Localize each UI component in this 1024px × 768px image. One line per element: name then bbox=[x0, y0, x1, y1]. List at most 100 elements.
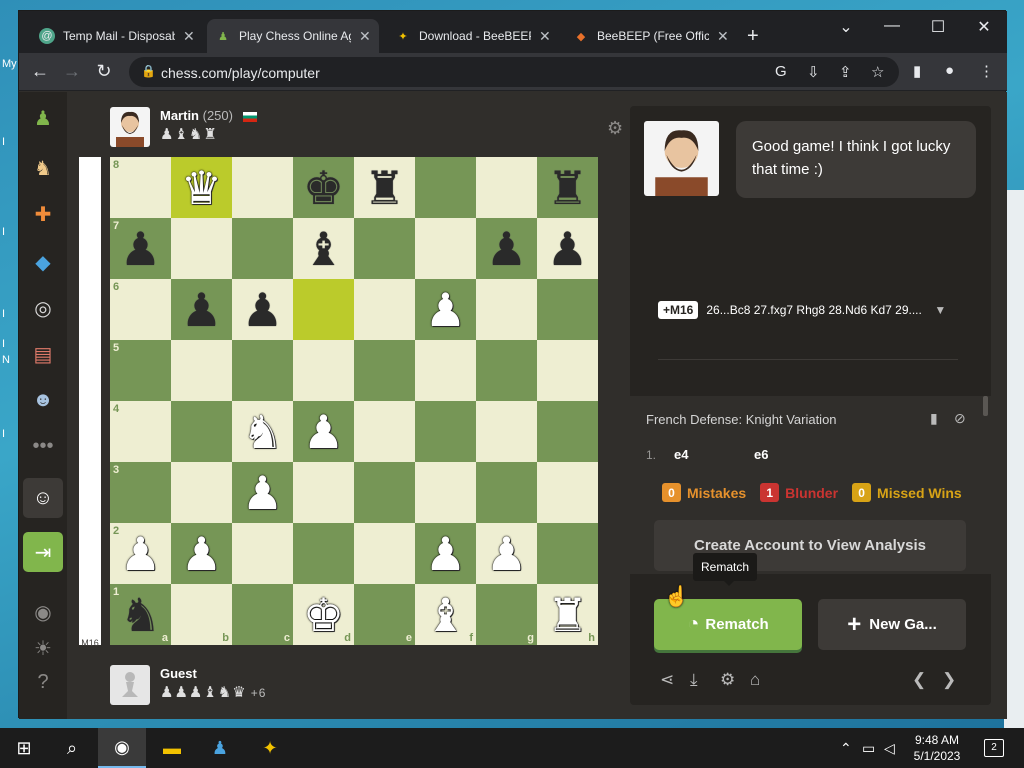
engine-line[interactable]: +M16 26...Bc8 27.fxg7 Rhg8 28.Nd6 Kd7 29… bbox=[658, 298, 964, 322]
square-b8[interactable]: ♛ bbox=[171, 157, 232, 218]
sign-up-button[interactable]: ☺ bbox=[23, 478, 63, 518]
tab-beebeep-download[interactable]: ✦ Download - BeeBEEP ✕ bbox=[387, 19, 559, 53]
bookmark-star-icon[interactable]: ☆ bbox=[871, 63, 884, 81]
new-tab-button[interactable]: + bbox=[747, 25, 759, 48]
square-f4[interactable] bbox=[415, 401, 476, 462]
download-icon[interactable]: ⤓ bbox=[690, 670, 698, 690]
square-f5[interactable] bbox=[415, 340, 476, 401]
square-f1[interactable]: f ♝ bbox=[415, 584, 476, 645]
black-move[interactable]: e6 bbox=[754, 447, 768, 462]
system-clock[interactable]: 9:48 AM 5/1/2023 bbox=[902, 732, 972, 764]
address-bar[interactable]: 🔒 chess.com/play/computer G ⇩ ⇪ ☆ bbox=[129, 57, 899, 87]
chess-logo-icon[interactable]: ♟ bbox=[27, 102, 59, 134]
black-pawn-icon[interactable]: ♟ bbox=[486, 226, 527, 272]
white-pawn-icon[interactable]: ♟ bbox=[242, 470, 283, 516]
square-g2[interactable]: ♟ bbox=[476, 523, 537, 584]
square-b5[interactable] bbox=[171, 340, 232, 401]
reload-button[interactable]: ↻ bbox=[93, 61, 115, 82]
square-b2[interactable]: ♟ bbox=[171, 523, 232, 584]
square-b7[interactable] bbox=[171, 218, 232, 279]
square-g6[interactable] bbox=[476, 279, 537, 340]
square-c5[interactable] bbox=[232, 340, 293, 401]
square-h4[interactable] bbox=[537, 401, 598, 462]
white-pawn-icon[interactable]: ♟ bbox=[425, 531, 466, 577]
previous-move-icon[interactable]: ❮ bbox=[912, 670, 926, 690]
square-g1[interactable]: g bbox=[476, 584, 537, 645]
square-a7[interactable]: 7 ♟ bbox=[110, 218, 171, 279]
square-e1[interactable]: e bbox=[354, 584, 415, 645]
theme-icon[interactable]: ☀ bbox=[27, 632, 59, 664]
square-c6[interactable]: ♟ bbox=[232, 279, 293, 340]
square-a8[interactable]: 8 bbox=[110, 157, 171, 218]
chess-board[interactable]: 8 ♛ ♚ ♜ ♜ 7 ♟ ♝ ♟ ♟ 6 ♟ ♟ ♟ 5 4 ♞ ♟ 3 ♟ 2 ♟ ♟ ♟ ♟ 1 a ♞ b c d ♚ e f ♝ g h ♜ bbox=[110, 157, 598, 645]
white-rook-icon[interactable]: ♜ bbox=[547, 592, 588, 638]
square-c1[interactable]: c bbox=[232, 584, 293, 645]
help-icon[interactable]: ? bbox=[27, 666, 59, 698]
lock-icon[interactable]: 🔒 bbox=[141, 64, 156, 78]
square-e2[interactable] bbox=[354, 523, 415, 584]
windows-start-icon[interactable]: ⊞ bbox=[0, 728, 48, 768]
book-icon[interactable]: ▮ bbox=[930, 410, 938, 427]
square-a5[interactable]: 5 bbox=[110, 340, 171, 401]
maximize-button[interactable]: ☐ bbox=[915, 17, 961, 37]
file-explorer-icon[interactable]: ▬ bbox=[148, 728, 196, 768]
square-h1[interactable]: h ♜ bbox=[537, 584, 598, 645]
install-app-icon[interactable]: ⇩ bbox=[807, 63, 820, 81]
square-h7[interactable]: ♟ bbox=[537, 218, 598, 279]
square-h3[interactable] bbox=[537, 462, 598, 523]
avatar[interactable] bbox=[110, 107, 150, 147]
square-h2[interactable] bbox=[537, 523, 598, 584]
square-g5[interactable] bbox=[476, 340, 537, 401]
square-g7[interactable]: ♟ bbox=[476, 218, 537, 279]
square-g8[interactable] bbox=[476, 157, 537, 218]
square-a1[interactable]: 1 a ♞ bbox=[110, 584, 171, 645]
watch-icon[interactable]: ◎ bbox=[27, 292, 59, 324]
google-translate-icon[interactable]: G bbox=[775, 63, 787, 80]
scrollbar[interactable] bbox=[983, 396, 988, 416]
square-f6[interactable]: ♟ bbox=[415, 279, 476, 340]
close-icon[interactable]: ✕ bbox=[539, 28, 551, 45]
square-c7[interactable] bbox=[232, 218, 293, 279]
back-button[interactable]: ← bbox=[29, 61, 51, 82]
notification-icon[interactable]: 2 bbox=[984, 739, 1004, 757]
board-settings-icon[interactable]: ⚙ bbox=[607, 118, 623, 139]
forward-button[interactable]: → bbox=[61, 61, 83, 82]
network-icon[interactable]: ▭ bbox=[862, 740, 875, 757]
avatar[interactable] bbox=[110, 665, 150, 705]
square-b1[interactable]: b bbox=[171, 584, 232, 645]
log-in-button[interactable]: ⇥ bbox=[23, 532, 63, 572]
square-e7[interactable] bbox=[354, 218, 415, 279]
white-move[interactable]: e4 bbox=[674, 447, 688, 462]
square-f8[interactable] bbox=[415, 157, 476, 218]
square-e6[interactable] bbox=[354, 279, 415, 340]
square-f3[interactable] bbox=[415, 462, 476, 523]
close-icon[interactable]: ✕ bbox=[359, 28, 371, 45]
square-a2[interactable]: 2 ♟ bbox=[110, 523, 171, 584]
square-d4[interactable]: ♟ bbox=[293, 401, 354, 462]
close-icon[interactable]: ✕ bbox=[717, 28, 729, 45]
black-pawn-icon[interactable]: ♟ bbox=[242, 287, 283, 333]
square-a4[interactable]: 4 bbox=[110, 401, 171, 462]
new-game-button[interactable]: + New Ga... bbox=[818, 599, 966, 650]
volume-icon[interactable]: ◁ bbox=[884, 740, 895, 757]
square-e4[interactable] bbox=[354, 401, 415, 462]
white-pawn-icon[interactable]: ♟ bbox=[303, 409, 344, 455]
square-a6[interactable]: 6 bbox=[110, 279, 171, 340]
caret-down-icon[interactable]: ▼ bbox=[934, 303, 946, 317]
square-c3[interactable]: ♟ bbox=[232, 462, 293, 523]
black-knight-icon[interactable]: ♞ bbox=[120, 592, 161, 638]
square-f7[interactable] bbox=[415, 218, 476, 279]
white-pawn-icon[interactable]: ♟ bbox=[425, 287, 466, 333]
beebeep-icon[interactable]: ✦ bbox=[246, 728, 294, 768]
share-icon[interactable]: ⋖ bbox=[660, 670, 674, 690]
share-icon[interactable]: ⇪ bbox=[839, 63, 852, 81]
square-c8[interactable] bbox=[232, 157, 293, 218]
side-panel-icon[interactable]: ▮ bbox=[913, 62, 921, 80]
black-rook-icon[interactable]: ♜ bbox=[364, 165, 405, 211]
puzzle-piece-icon[interactable]: ✚ bbox=[27, 198, 59, 230]
square-c4[interactable]: ♞ bbox=[232, 401, 293, 462]
black-pawn-icon[interactable]: ♟ bbox=[181, 287, 222, 333]
square-e5[interactable] bbox=[354, 340, 415, 401]
square-d6[interactable] bbox=[293, 279, 354, 340]
menu-icon[interactable]: ⋮ bbox=[979, 62, 994, 80]
